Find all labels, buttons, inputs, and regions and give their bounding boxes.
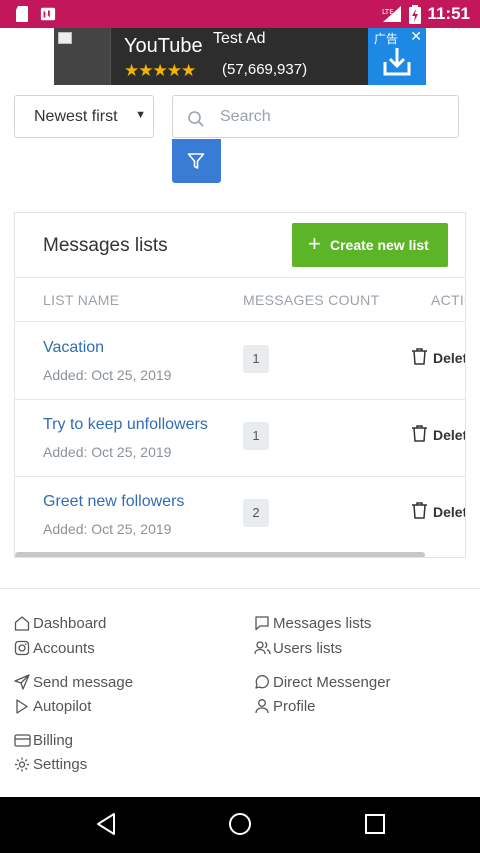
- caret-down-icon: ▼: [135, 109, 146, 121]
- trash-icon: [412, 502, 427, 519]
- footer-link-label: Users lists: [273, 640, 343, 657]
- ad-area: YouTube Test Ad ★★★★★ (57,669,937) 广告 ✕: [0, 28, 480, 86]
- ad-banner[interactable]: YouTube Test Ad ★★★★★ (57,669,937) 广告 ✕: [54, 28, 426, 85]
- list-name-link[interactable]: Greet new followers: [43, 493, 184, 511]
- delete-label: Delete: [433, 350, 465, 366]
- filter-button[interactable]: [172, 139, 221, 183]
- users-icon: [254, 641, 271, 655]
- gear-icon: [15, 757, 29, 772]
- list-added-date: Added: Oct 25, 2019: [43, 521, 172, 537]
- status-bar: LTE 11:51: [0, 0, 480, 28]
- trash-icon: [412, 425, 427, 442]
- footer-link-label: Billing: [33, 732, 74, 749]
- footer-link-label: Messages lists: [273, 615, 372, 632]
- search-placeholder: Search: [220, 108, 271, 125]
- delete-label: Delete: [433, 504, 465, 520]
- footer-link-label: Accounts: [33, 640, 95, 657]
- divider: [15, 277, 465, 278]
- column-header-actions: ACTIONS: [431, 292, 465, 308]
- footer-divider: [0, 588, 480, 589]
- svg-text:LTE: LTE: [382, 8, 394, 16]
- footer-link-label: Autopilot: [33, 698, 92, 715]
- table-row: Greet new followers Added: Oct 25, 2019 …: [15, 476, 465, 553]
- messages-count-badge: 2: [243, 499, 269, 527]
- app-notification-icon: [40, 7, 56, 21]
- play-icon: [16, 699, 28, 714]
- ad-title: YouTube: [124, 35, 203, 57]
- sd-card-icon: [16, 6, 28, 22]
- sort-select-value: Newest first: [34, 108, 118, 125]
- list-name-link[interactable]: Vacation: [43, 339, 104, 357]
- table-row: Vacation Added: Oct 25, 2019 1 Delete: [15, 322, 465, 399]
- ad-rating-count: (57,669,937): [222, 61, 308, 78]
- ad-close-icon[interactable]: ✕: [410, 28, 422, 45]
- footer-link-label: Dashboard: [33, 615, 107, 632]
- trash-icon: [412, 348, 427, 365]
- list-name-link[interactable]: Try to keep unfollowers: [43, 416, 208, 434]
- filter-icon: [187, 153, 205, 169]
- card-title: Messages lists: [43, 235, 168, 256]
- send-icon: [14, 674, 30, 690]
- column-header-messages-count: MESSAGES COUNT: [243, 292, 380, 308]
- column-header-list-name: LIST NAME: [43, 292, 120, 308]
- instagram-icon: [14, 640, 30, 656]
- ad-rating-stars: ★★★★★: [124, 61, 196, 80]
- user-icon: [255, 699, 269, 714]
- footer-link-label: Direct Messenger: [273, 674, 391, 691]
- search-icon: [188, 111, 204, 127]
- table-row: Try to keep unfollowers Added: Oct 25, 2…: [15, 399, 465, 476]
- broken-image-icon: [58, 32, 72, 44]
- clock: 11:51: [427, 4, 470, 23]
- footer-link-label: Send message: [33, 674, 134, 691]
- download-icon: [383, 48, 411, 76]
- message-circle-icon: [255, 675, 269, 689]
- signal-lte-icon: LTE: [382, 6, 402, 22]
- message-square-icon: [255, 616, 269, 631]
- credit-card-icon: [14, 734, 31, 747]
- messages-count-badge: 1: [243, 345, 269, 373]
- messages-lists-card: Messages lists + Create new list LIST NA…: [14, 212, 466, 558]
- sort-select[interactable]: Newest first ▼: [14, 95, 154, 138]
- home-circle-icon[interactable]: [228, 811, 252, 837]
- list-added-date: Added: Oct 25, 2019: [43, 367, 172, 383]
- messages-count-badge: 1: [243, 422, 269, 450]
- horizontal-scrollbar[interactable]: [15, 552, 425, 557]
- home-icon: [14, 616, 30, 631]
- footer-link-label: Profile: [273, 698, 316, 715]
- footer-link-label: Settings: [33, 756, 88, 773]
- ad-test-label: Test Ad: [209, 28, 270, 50]
- recents-square-icon[interactable]: [364, 811, 386, 837]
- delete-label: Delete: [433, 427, 465, 443]
- back-icon[interactable]: [94, 811, 118, 837]
- create-new-list-label: Create new list: [330, 237, 429, 253]
- create-new-list-button[interactable]: + Create new list: [292, 223, 448, 267]
- android-nav-bar: [0, 797, 480, 853]
- ad-download-badge[interactable]: 广告 ✕: [368, 28, 426, 85]
- list-added-date: Added: Oct 25, 2019: [43, 444, 172, 460]
- battery-charging-icon: [409, 4, 422, 24]
- plus-icon: +: [308, 231, 321, 256]
- search-input[interactable]: Search: [172, 95, 459, 138]
- ad-image: [54, 28, 111, 85]
